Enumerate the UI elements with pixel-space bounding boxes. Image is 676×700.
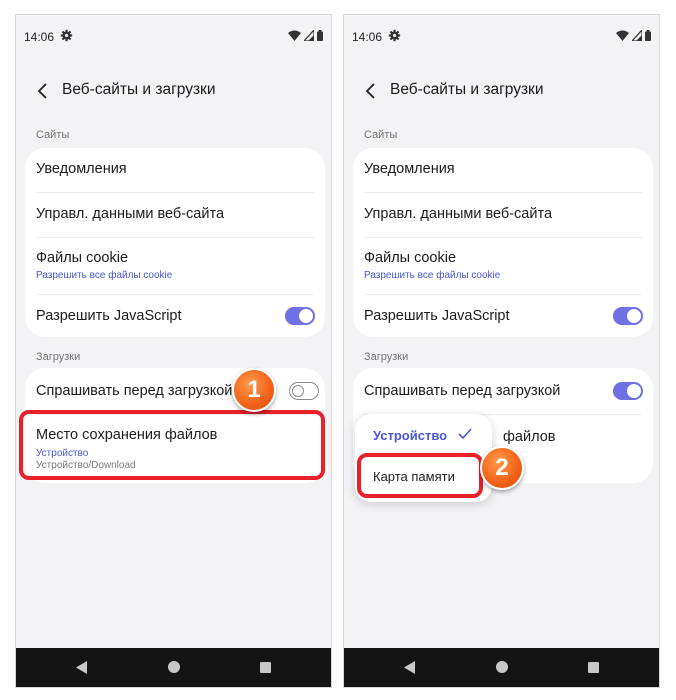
section-label-downloads: Загрузки [364, 351, 409, 363]
nav-recents-icon[interactable] [260, 662, 271, 673]
notifications-item[interactable]: Уведомления [353, 148, 653, 192]
status-icons [288, 30, 323, 41]
notifications-label: Уведомления [364, 161, 455, 177]
gear-icon [388, 29, 401, 42]
cookies-item[interactable]: Файлы cookie Разрешить все файлы cookie [25, 238, 325, 294]
manage-site-data-item[interactable]: Управл. данными веб-сайта [353, 193, 653, 237]
status-icons [616, 30, 651, 41]
ask-before-download-label: Спрашивать перед загрузкой [36, 383, 233, 399]
cookies-title: Файлы cookie [36, 250, 129, 266]
nav-home-icon[interactable] [168, 661, 180, 673]
manage-site-data-label: Управл. данными веб-сайта [36, 206, 225, 222]
page-title: Веб-сайты и загрузки [390, 81, 544, 98]
step-badge-1: 1 [232, 368, 276, 412]
javascript-item[interactable]: Разрешить JavaScript [25, 295, 325, 337]
navigation-bar [16, 648, 331, 687]
cookies-item[interactable]: Файлы cookie Разрешить все файлы cookie [353, 238, 653, 294]
wifi-icon [616, 30, 629, 41]
back-arrow-icon[interactable] [364, 82, 378, 100]
battery-icon [645, 30, 651, 41]
manage-site-data-item[interactable]: Управл. данными веб-сайта [25, 193, 325, 237]
signal-icon [304, 30, 314, 41]
status-time: 14:06 [352, 30, 383, 44]
checkmark-icon [458, 428, 472, 440]
status-bar: 14:06 [344, 15, 659, 57]
nav-back-icon[interactable] [404, 661, 415, 674]
javascript-item[interactable]: Разрешить JavaScript [353, 295, 653, 337]
battery-icon [317, 30, 323, 41]
phone-screen-step-1: 14:06 Веб-сайты и загрузки Сайты Уведомл… [15, 14, 332, 688]
ask-before-download-item[interactable]: Спрашивать перед загрузкой [25, 368, 325, 414]
cookies-subtitle: Разрешить все файлы cookie [364, 270, 501, 281]
app-header: Веб-сайты и загрузки [16, 77, 331, 107]
notifications-label: Уведомления [36, 161, 127, 177]
section-label-sites: Сайты [36, 129, 70, 141]
sites-settings-card: Уведомления Управл. данными веб-сайта Фа… [25, 148, 325, 337]
page-title: Веб-сайты и загрузки [62, 81, 216, 98]
phone-screen-step-2: 14:06 Веб-сайты и загрузки Сайты Уведомл… [343, 14, 660, 688]
nav-back-icon[interactable] [76, 661, 87, 674]
javascript-toggle[interactable] [613, 307, 643, 325]
highlight-download-location [19, 410, 325, 480]
back-arrow-icon[interactable] [36, 82, 50, 100]
ask-before-download-toggle[interactable] [613, 382, 643, 400]
notifications-item[interactable]: Уведомления [25, 148, 325, 192]
cookies-subtitle: Разрешить все файлы cookie [36, 270, 173, 281]
ask-before-download-label: Спрашивать перед загрузкой [364, 383, 561, 399]
javascript-label: Разрешить JavaScript [364, 308, 510, 324]
status-time: 14:06 [24, 30, 55, 44]
popup-option-device[interactable]: Устройство [355, 414, 492, 456]
signal-icon [632, 30, 642, 41]
cookies-title: Файлы cookie [364, 250, 457, 266]
download-location-title-partial: файлов [503, 429, 556, 445]
popup-option-device-label: Устройство [373, 428, 448, 443]
section-label-sites: Сайты [364, 129, 398, 141]
highlight-memory-card [357, 453, 483, 498]
step-badge-2: 2 [480, 446, 524, 490]
javascript-label: Разрешить JavaScript [36, 308, 182, 324]
javascript-toggle[interactable] [285, 307, 315, 325]
ask-before-download-item[interactable]: Спрашивать перед загрузкой [353, 368, 653, 414]
sites-settings-card: Уведомления Управл. данными веб-сайта Фа… [353, 148, 653, 337]
app-header: Веб-сайты и загрузки [344, 77, 659, 107]
wifi-icon [288, 30, 301, 41]
nav-recents-icon[interactable] [588, 662, 599, 673]
section-label-downloads: Загрузки [36, 351, 81, 363]
status-bar: 14:06 [16, 15, 331, 57]
gear-icon [60, 29, 73, 42]
ask-before-download-toggle[interactable] [289, 382, 319, 400]
manage-site-data-label: Управл. данными веб-сайта [364, 206, 553, 222]
navigation-bar [344, 648, 659, 687]
nav-home-icon[interactable] [496, 661, 508, 673]
